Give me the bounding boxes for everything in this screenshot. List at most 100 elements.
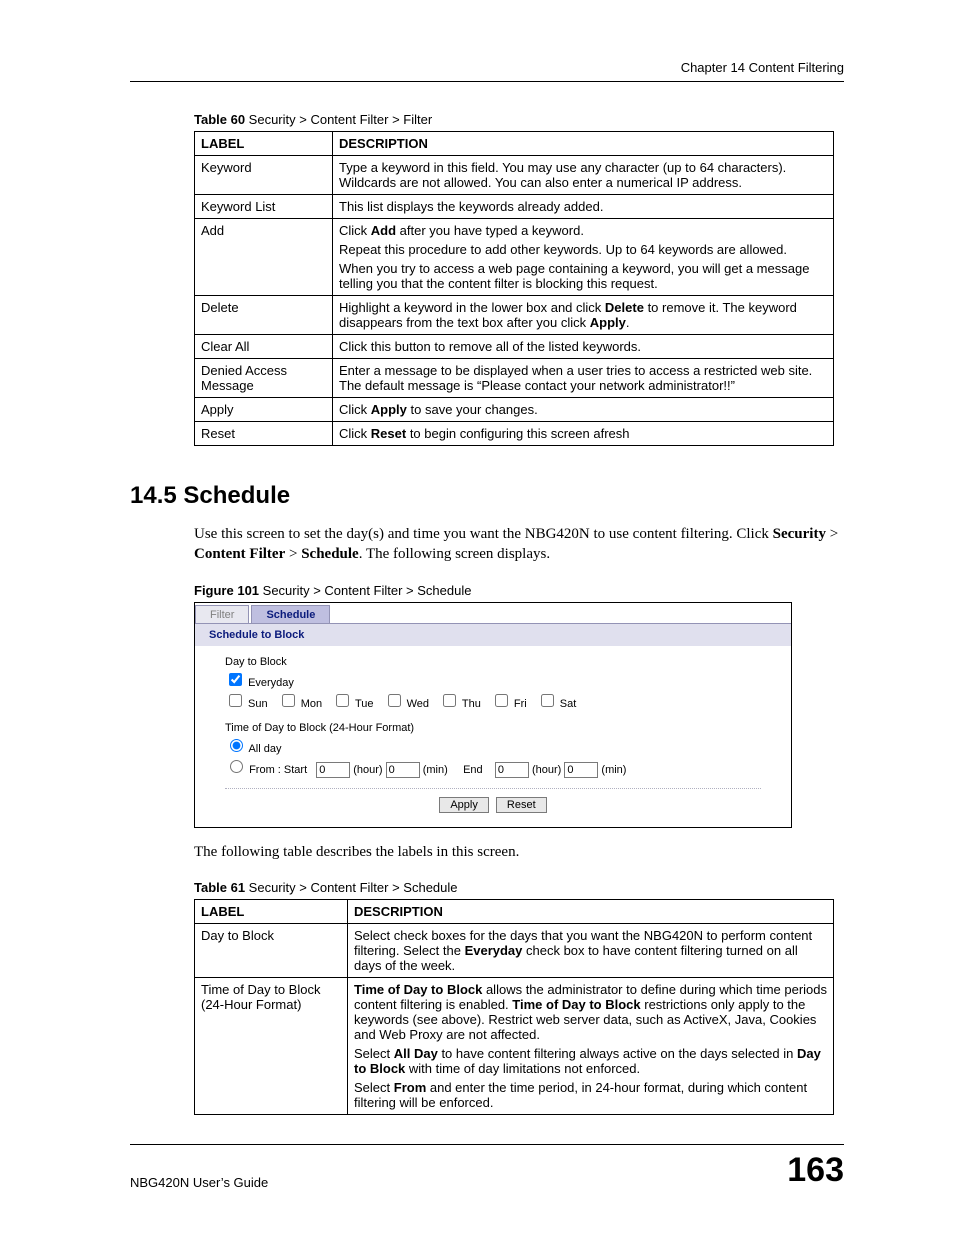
table-cell-label: Day to Block: [195, 923, 348, 977]
table60-head-label: LABEL: [195, 132, 333, 156]
figure-button-row: Apply Reset: [225, 788, 761, 813]
table60-head-desc: DESCRIPTION: [333, 132, 834, 156]
table-cell-desc: Click Reset to begin configuring this sc…: [333, 422, 834, 446]
apply-button[interactable]: Apply: [439, 797, 489, 813]
hour-label-1: (hour): [353, 764, 382, 776]
table-row: Denied Access MessageEnter a message to …: [195, 359, 834, 398]
day-thu-checkbox[interactable]: [443, 694, 456, 707]
table61-caption-rest: Security > Content Filter > Schedule: [245, 880, 457, 895]
figure101-caption-prefix: Figure 101: [194, 583, 259, 598]
figure-subhead: Schedule to Block: [195, 624, 791, 646]
footer-guide: NBG420N User’s Guide: [130, 1175, 268, 1190]
table-cell-desc: This list displays the keywords already …: [333, 195, 834, 219]
table-header-row: LABEL DESCRIPTION: [195, 899, 834, 923]
table-row: KeywordType a keyword in this field. You…: [195, 156, 834, 195]
tab-schedule[interactable]: Schedule: [251, 605, 330, 623]
day-sat-checkbox[interactable]: [541, 694, 554, 707]
table-cell-desc: Type a keyword in this field. You may us…: [333, 156, 834, 195]
section-intro: Use this screen to set the day(s) and ti…: [194, 524, 844, 565]
table61: LABEL DESCRIPTION Day to BlockSelect che…: [194, 899, 834, 1115]
table-row: DeleteHighlight a keyword in the lower b…: [195, 296, 834, 335]
day-sun-checkbox[interactable]: [229, 694, 242, 707]
table-row: Day to BlockSelect check boxes for the d…: [195, 923, 834, 977]
day-fri-label: Fri: [511, 698, 527, 710]
table60-caption-prefix: Table 60: [194, 112, 245, 127]
day-mon-checkbox[interactable]: [282, 694, 295, 707]
table-cell-label: Apply: [195, 398, 333, 422]
table-row: ResetClick Reset to begin configuring th…: [195, 422, 834, 446]
table-cell-label: Time of Day to Block (24-Hour Format): [195, 977, 348, 1114]
day-mon-wrap: Mon: [278, 691, 322, 710]
page: Chapter 14 Content Filtering Table 60 Se…: [0, 0, 954, 1235]
table-cell-desc: Highlight a keyword in the lower box and…: [333, 296, 834, 335]
day-sat-wrap: Sat: [537, 691, 577, 710]
time-of-day-label: Time of Day to Block (24-Hour Format): [225, 722, 761, 734]
after-figure-text: The following table describes the labels…: [194, 842, 844, 862]
end-hour-input[interactable]: [495, 762, 529, 778]
table-cell-desc: Select check boxes for the days that you…: [348, 923, 834, 977]
start-hour-input[interactable]: [316, 762, 350, 778]
start-min-input[interactable]: [386, 762, 420, 778]
table60-caption: Table 60 Security > Content Filter > Fil…: [194, 112, 844, 127]
reset-button[interactable]: Reset: [496, 797, 547, 813]
from-radio[interactable]: [230, 760, 243, 773]
figure101-caption-rest: Security > Content Filter > Schedule: [259, 583, 471, 598]
figure-content: Day to Block Everyday Sun Mon Tue Wed Th…: [195, 646, 791, 827]
table61-head-desc: DESCRIPTION: [348, 899, 834, 923]
allday-radio[interactable]: [230, 739, 243, 752]
table-cell-label: Delete: [195, 296, 333, 335]
figure101-caption: Figure 101 Security > Content Filter > S…: [194, 583, 844, 598]
tab-filter[interactable]: Filter: [195, 605, 249, 623]
page-footer: NBG420N User’s Guide 163: [130, 1151, 844, 1190]
table-cell-label: Clear All: [195, 335, 333, 359]
section-heading: 14.5 Schedule: [130, 482, 844, 510]
table61-head-label: LABEL: [195, 899, 348, 923]
from-row: From : Start (hour) (min) End (hour) (mi…: [225, 757, 761, 778]
day-mon-label: Mon: [298, 698, 322, 710]
day-thu-wrap: Thu: [439, 691, 481, 710]
allday-label: All day: [248, 743, 281, 755]
table-cell-label: Keyword: [195, 156, 333, 195]
day-sat-label: Sat: [557, 698, 577, 710]
table-header-row: LABEL DESCRIPTION: [195, 132, 834, 156]
end-label: End: [463, 764, 483, 776]
day-wed-wrap: Wed: [384, 691, 429, 710]
table-cell-desc: Enter a message to be displayed when a u…: [333, 359, 834, 398]
day-fri-checkbox[interactable]: [495, 694, 508, 707]
chapter-header: Chapter 14 Content Filtering: [130, 60, 844, 75]
day-tue-label: Tue: [352, 698, 373, 710]
min-label-1: (min): [423, 764, 448, 776]
hour-label-2: (hour): [532, 764, 561, 776]
figure-panel: Schedule to Block Day to Block Everyday …: [195, 624, 791, 827]
table-cell-desc: Click this button to remove all of the l…: [333, 335, 834, 359]
table-cell-label: Denied Access Message: [195, 359, 333, 398]
everyday-checkbox[interactable]: [229, 673, 242, 686]
header-rule: [130, 81, 844, 82]
table61-caption: Table 61 Security > Content Filter > Sch…: [194, 880, 844, 895]
table-cell-desc: Click Apply to save your changes.: [333, 398, 834, 422]
everyday-row: Everyday: [225, 670, 761, 689]
table61-caption-prefix: Table 61: [194, 880, 245, 895]
end-min-input[interactable]: [564, 762, 598, 778]
table-row: AddClick Add after you have typed a keyw…: [195, 219, 834, 296]
day-sun-label: Sun: [245, 698, 268, 710]
from-label: From : Start: [249, 764, 307, 776]
table60: LABEL DESCRIPTION KeywordType a keyword …: [194, 131, 834, 446]
table-row: Keyword ListThis list displays the keywo…: [195, 195, 834, 219]
day-tue-checkbox[interactable]: [336, 694, 349, 707]
min-label-2: (min): [601, 764, 626, 776]
table-cell-desc: Click Add after you have typed a keyword…: [333, 219, 834, 296]
day-to-block-label: Day to Block: [225, 656, 761, 668]
page-number: 163: [787, 1151, 844, 1190]
table60-caption-rest: Security > Content Filter > Filter: [245, 112, 432, 127]
table-cell-label: Keyword List: [195, 195, 333, 219]
everyday-label: Everyday: [248, 677, 294, 689]
day-wed-checkbox[interactable]: [388, 694, 401, 707]
table-row: Clear AllClick this button to remove all…: [195, 335, 834, 359]
table-row: ApplyClick Apply to save your changes.: [195, 398, 834, 422]
day-thu-label: Thu: [459, 698, 481, 710]
table-cell-label: Reset: [195, 422, 333, 446]
days-row: Sun Mon Tue Wed Thu Fri Sat: [225, 691, 761, 710]
table-row: Time of Day to Block (24-Hour Format)Tim…: [195, 977, 834, 1114]
figure-tabs: Filter Schedule: [195, 603, 791, 624]
